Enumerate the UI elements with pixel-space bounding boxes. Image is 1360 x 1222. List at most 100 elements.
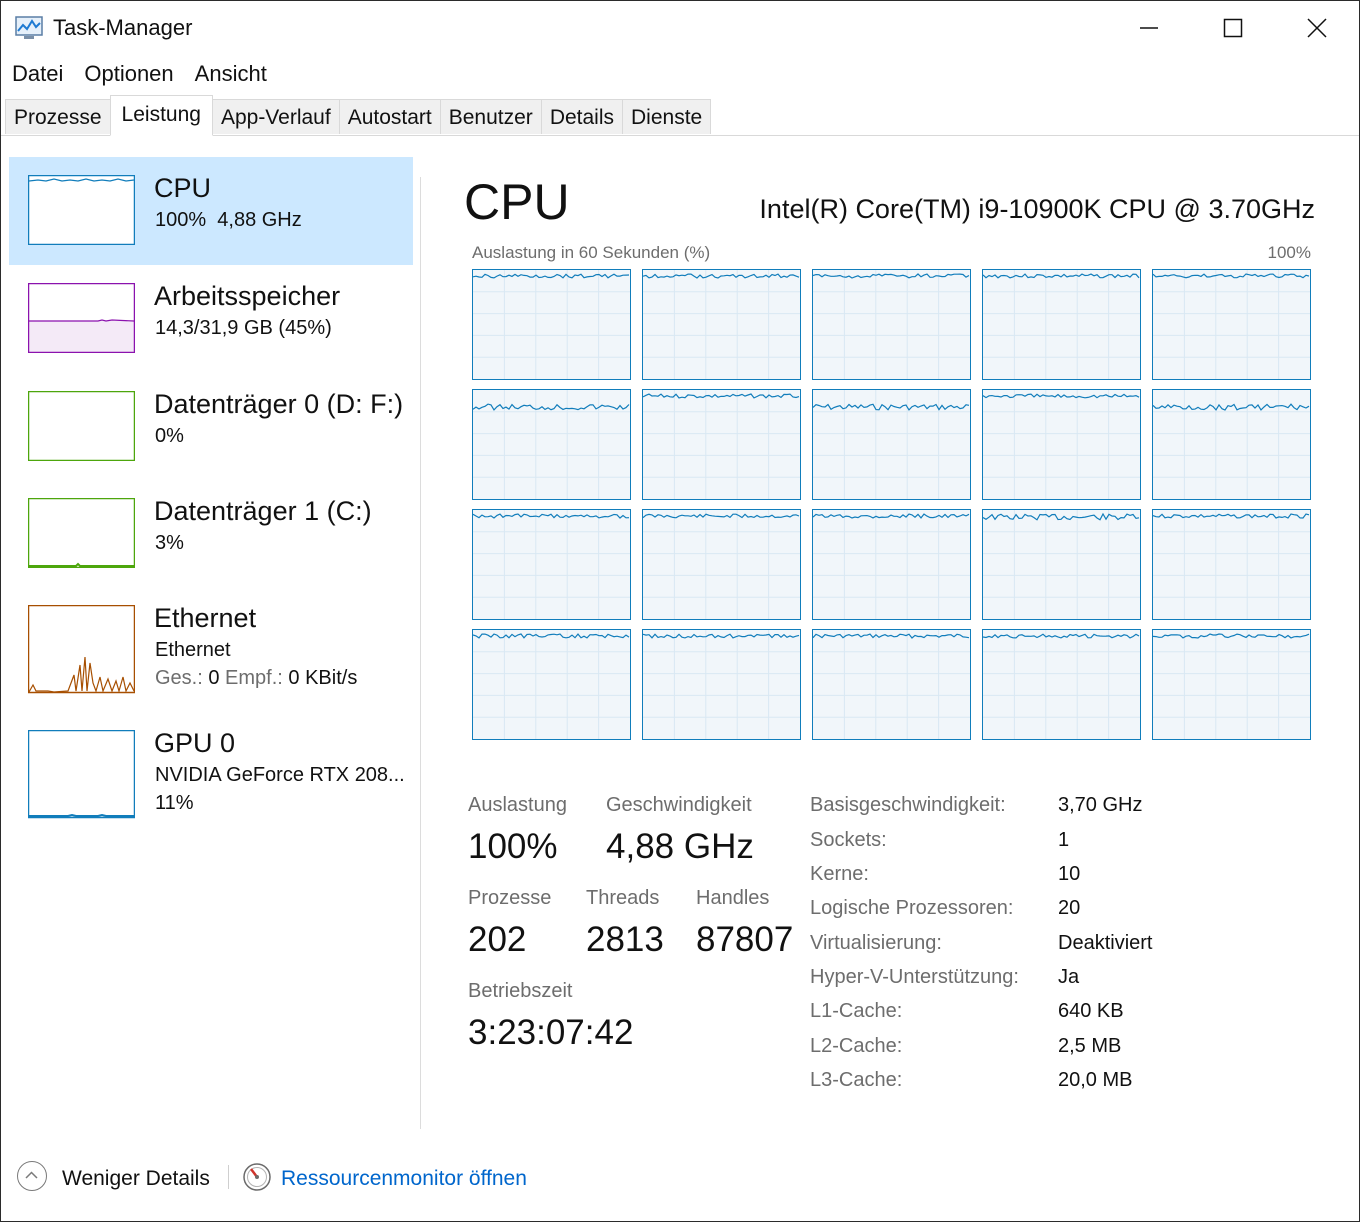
logical-processor-graph (812, 509, 971, 620)
disk-0-graph-thumbnail (28, 391, 135, 461)
send-value: 0 (208, 667, 220, 689)
logical-processor-graph (1152, 509, 1311, 620)
logical-processor-graph (982, 509, 1141, 620)
sidebar-disk-0-name: Datenträger 0 (D: F:) (154, 389, 404, 419)
menu-datei[interactable]: Datei (1, 57, 73, 91)
logical-processor-graph (982, 269, 1141, 380)
threads-value: 2813 (586, 920, 664, 959)
logical-processor-graph (812, 389, 971, 500)
chevron-up-icon (25, 1171, 38, 1179)
sidebar-disk-1-sub: 3% (155, 532, 184, 554)
sidebar-gpu-name: GPU 0 (154, 728, 236, 758)
graph-max-label: 100% (1267, 243, 1311, 262)
spec-value-cores: 10 (1058, 863, 1081, 885)
task-manager-window: Task-Manager Datei Optionen Ansicht Proz… (0, 0, 1360, 1222)
spec-label-cores: Kerne: (810, 863, 869, 885)
sidebar-item-gpu[interactable]: GPU 0 NVIDIA GeForce RTX 208... 11% (9, 712, 413, 820)
menu-optionen[interactable]: Optionen (73, 57, 183, 91)
logical-processor-graph (982, 629, 1141, 740)
receive-value: 0 KBit/s (288, 667, 358, 689)
gpu-graph-thumbnail (28, 730, 135, 819)
speed-label: Geschwindigkeit (606, 794, 752, 816)
close-button[interactable] (1275, 1, 1359, 55)
spec-label-l3-cache: L3-Cache: (810, 1069, 903, 1091)
logical-processor-graphs[interactable] (472, 269, 1314, 744)
maximize-icon (1223, 18, 1243, 38)
menu-datei-label: Datei (12, 61, 64, 86)
sidebar-gpu-sub: NVIDIA GeForce RTX 208... (155, 764, 405, 786)
sidebar-item-ethernet[interactable]: Ethernet Ethernet Ges.: 0 Empf.: 0 KBit/… (9, 587, 413, 695)
spec-label-virtualization: Virtualisierung: (810, 932, 942, 954)
receive-label: Empf.: (225, 667, 283, 689)
logical-processor-graph (1152, 269, 1311, 380)
logical-processor-graph (642, 389, 801, 500)
menu-bar: Datei Optionen Ansicht (1, 57, 277, 91)
tab-dienste[interactable]: Dienste (622, 99, 712, 134)
maximize-button[interactable] (1191, 1, 1275, 55)
fewer-details-link[interactable]: Weniger Details (62, 1167, 210, 1191)
spec-value-l3-cache: 20,0 MB (1058, 1069, 1133, 1091)
logical-processor-graph (812, 269, 971, 380)
utilization-label: Auslastung (468, 794, 567, 816)
logical-processor-graph (812, 629, 971, 740)
menu-ansicht[interactable]: Ansicht (184, 57, 277, 91)
threads-label: Threads (586, 887, 660, 909)
memory-graph-thumbnail (28, 283, 135, 353)
sidebar-item-disk-1[interactable]: Datenträger 1 (C:) 3% (9, 480, 413, 588)
tab-app-verlauf[interactable]: App-Verlauf (211, 99, 340, 134)
sidebar-item-disk-0[interactable]: Datenträger 0 (D: F:) 0% (9, 373, 413, 481)
handles-label: Handles (696, 887, 770, 909)
spec-label-l1-cache: L1-Cache: (810, 1000, 903, 1022)
speed-value: 4,88 GHz (606, 827, 754, 866)
processes-value: 202 (468, 920, 527, 959)
tab-bar: Prozesse Leistung App-Verlauf Autostart … (1, 95, 1359, 136)
collapse-details-button[interactable] (17, 1161, 47, 1191)
logical-processor-graph (1152, 389, 1311, 500)
uptime-value: 3:23:07:42 (468, 1013, 634, 1052)
menu-optionen-label: Optionen (84, 61, 174, 86)
cpu-graph-thumbnail (28, 175, 135, 245)
disk-1-graph-thumbnail (28, 498, 135, 568)
logical-processor-graph (642, 269, 801, 380)
footer-bar: Weniger Details Ressourcenmonitor öffnen (1, 1149, 1359, 1209)
minimize-button[interactable] (1107, 1, 1191, 55)
spec-value-virtualization: Deaktiviert (1058, 932, 1153, 954)
sidebar-gpu-usage: 11% (155, 792, 194, 814)
task-manager-app-icon (15, 15, 45, 41)
uptime-label: Betriebszeit (468, 980, 573, 1002)
logical-processor-graph (642, 509, 801, 620)
logical-processor-graph (982, 389, 1141, 500)
sidebar-disk-1-name: Datenträger 1 (C:) (154, 496, 372, 526)
window-title: Task-Manager (53, 15, 193, 40)
sidebar-item-cpu[interactable]: CPU 100% 4,88 GHz (9, 157, 413, 265)
spec-label-sockets: Sockets: (810, 829, 887, 851)
send-label: Ges.: (155, 667, 203, 689)
graph-caption: Auslastung in 60 Sekunden (%) (472, 243, 711, 262)
footer-divider (228, 1165, 229, 1189)
tab-autostart[interactable]: Autostart (338, 99, 441, 134)
minimize-icon (1140, 27, 1158, 29)
open-resource-monitor-link[interactable]: Ressourcenmonitor öffnen (281, 1167, 527, 1191)
spec-value-l1-cache: 640 KB (1058, 1000, 1124, 1022)
logical-processor-graph (642, 629, 801, 740)
spec-value-base-speed: 3,70 GHz (1058, 794, 1143, 816)
tab-prozesse[interactable]: Prozesse (5, 99, 111, 134)
spec-value-logical-processors: 20 (1058, 897, 1081, 919)
spec-label-l2-cache: L2-Cache: (810, 1035, 903, 1057)
sidebar-cpu-name: CPU (154, 173, 212, 203)
page-title: CPU (464, 174, 570, 230)
ethernet-graph-thumbnail (28, 605, 135, 694)
tab-leistung[interactable]: Leistung (109, 95, 213, 136)
spec-label-logical-processors: Logische Prozessoren: (810, 897, 1014, 919)
logical-processor-graph (472, 509, 631, 620)
resource-monitor-icon (242, 1162, 272, 1192)
sidebar-ethernet-throughput: Ges.: 0 Empf.: 0 KBit/s (155, 667, 357, 690)
logical-processor-graph (472, 629, 631, 740)
sidebar-item-memory[interactable]: Arbeitsspeicher 14,3/31,9 GB (45%) (9, 265, 413, 373)
logical-processor-graph (472, 269, 631, 380)
processes-label: Prozesse (468, 887, 552, 909)
tab-benutzer[interactable]: Benutzer (439, 99, 542, 134)
spec-value-hyper-v: Ja (1058, 966, 1080, 988)
tab-details[interactable]: Details (540, 99, 624, 134)
sidebar-memory-sub: 14,3/31,9 GB (45%) (155, 317, 332, 339)
